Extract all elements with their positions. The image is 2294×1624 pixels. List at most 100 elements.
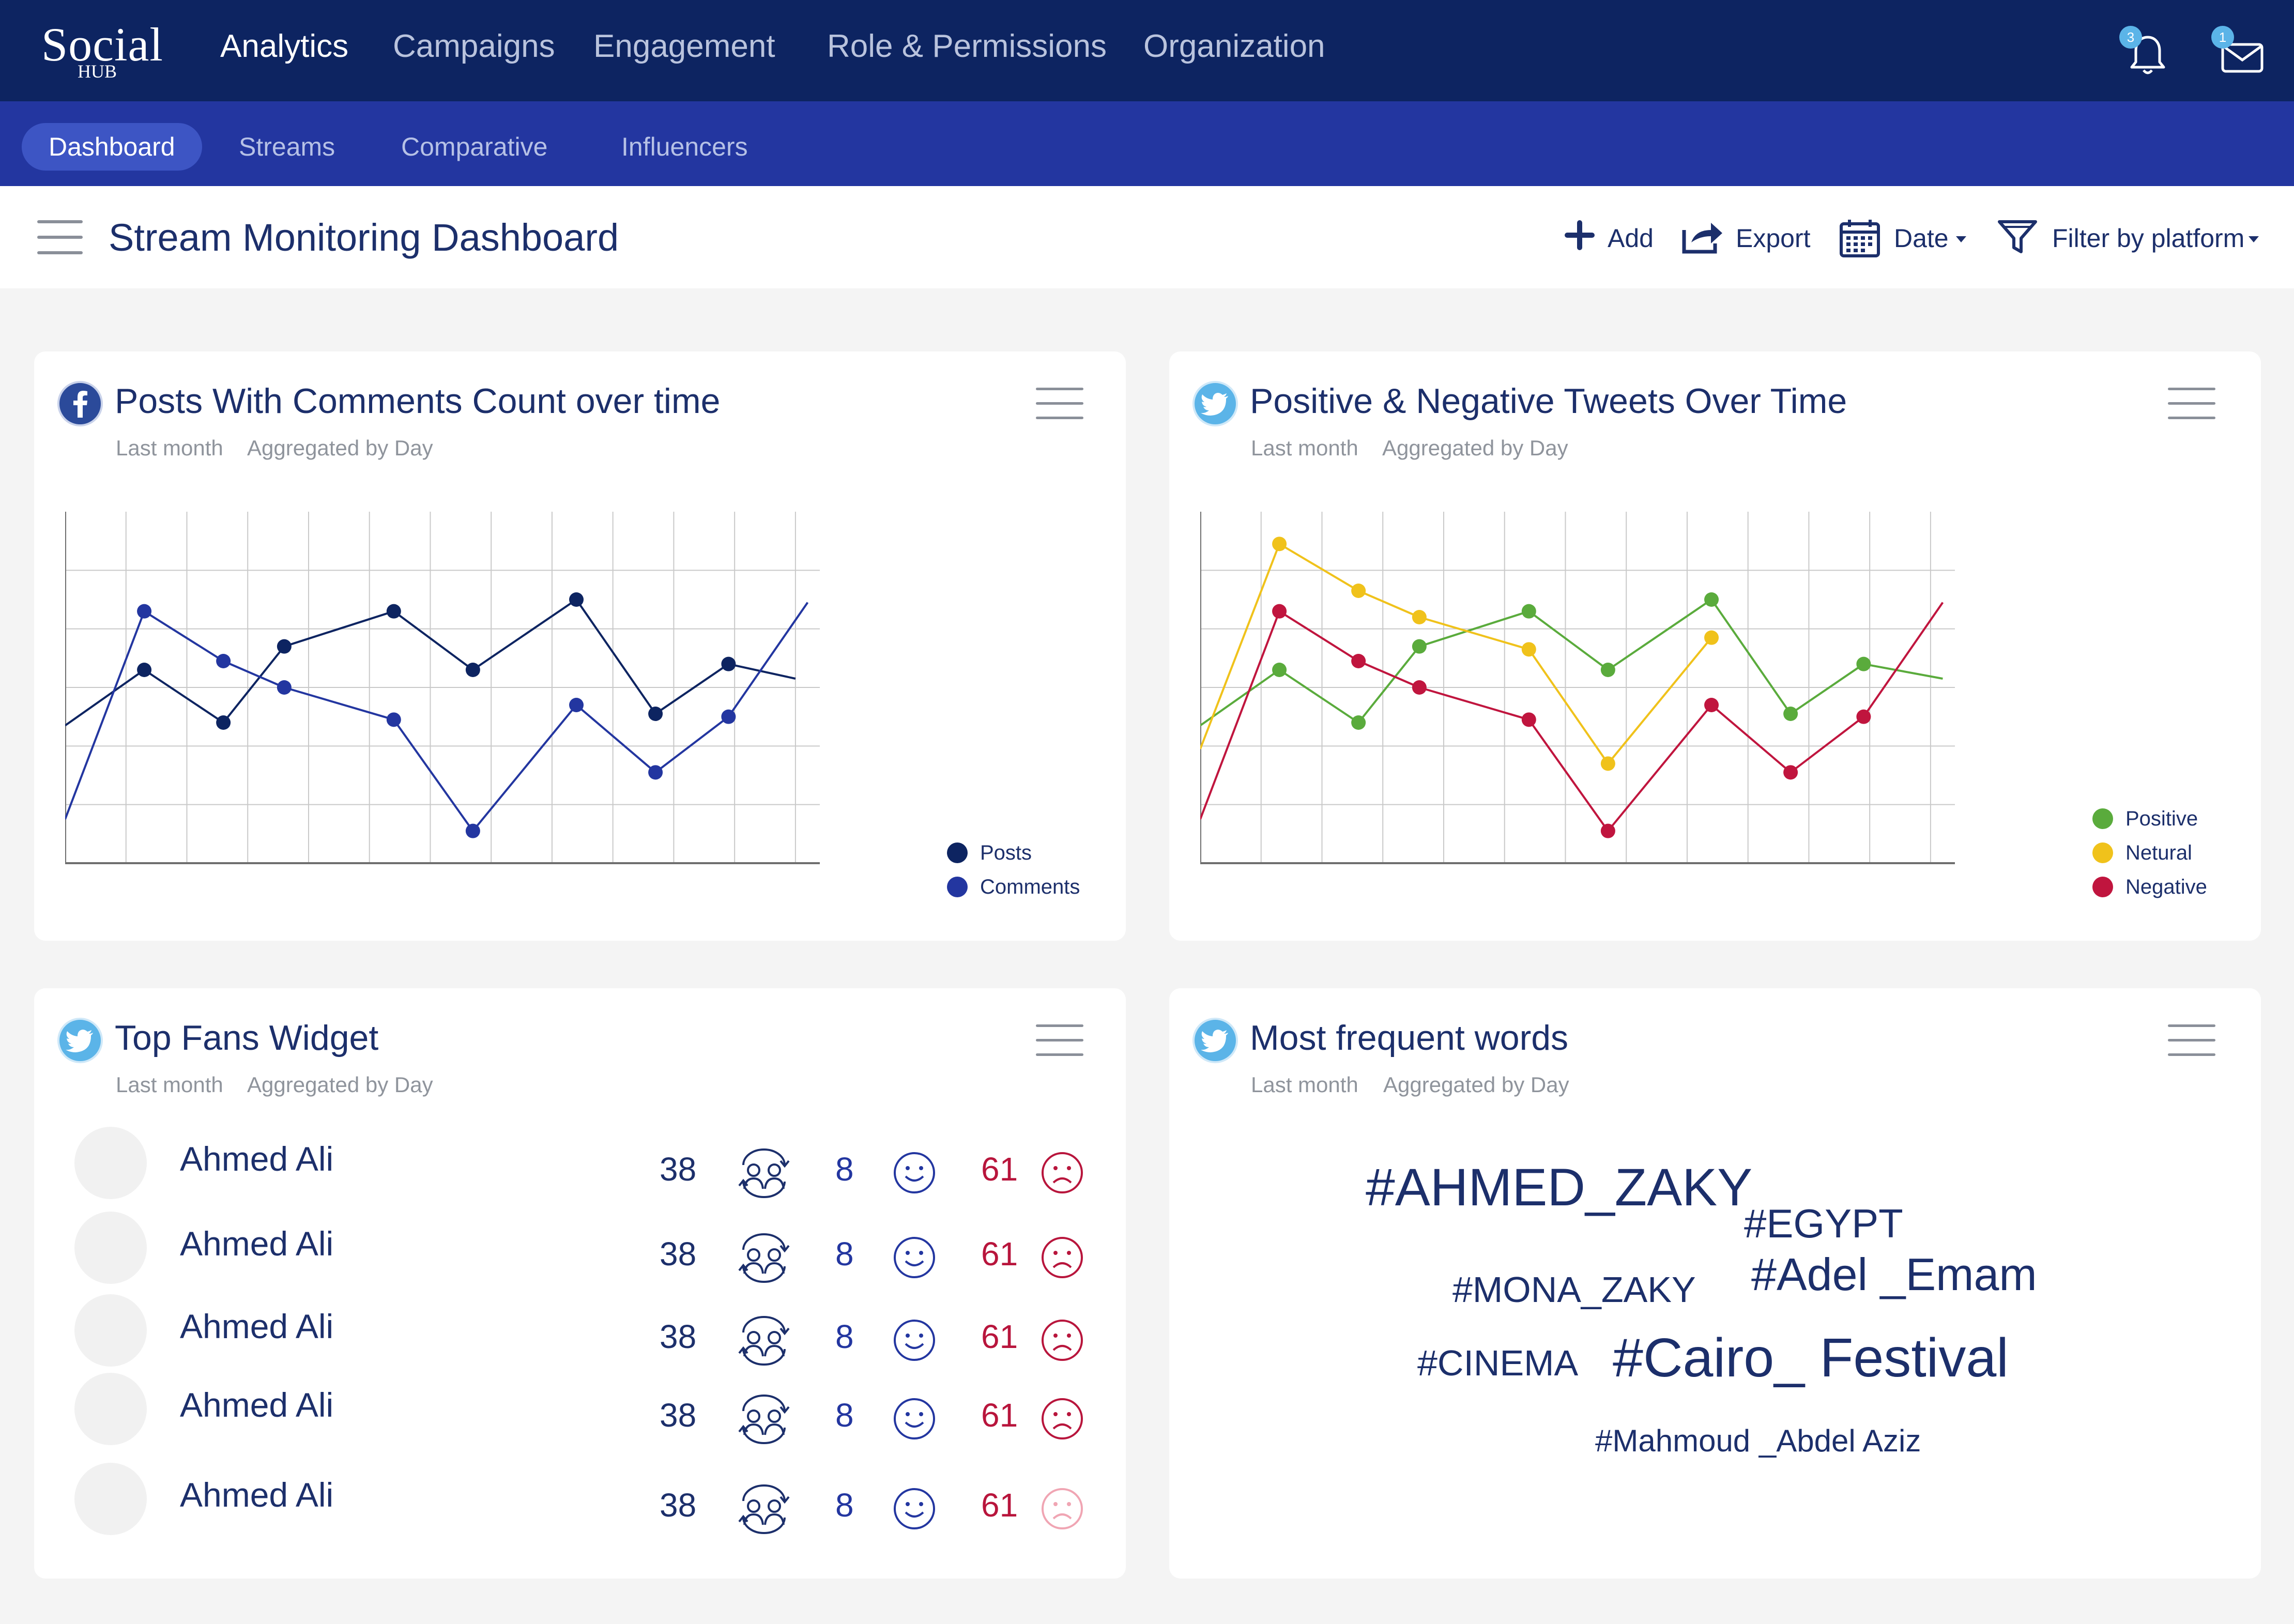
- menu-toggle-button[interactable]: [37, 220, 83, 254]
- legend-label: Comments: [980, 876, 1080, 898]
- word-cloud-item[interactable]: #Adel _Emam: [1751, 1252, 2037, 1297]
- notifications-button[interactable]: 3: [2119, 26, 2176, 83]
- series-line-positive: [1200, 599, 1943, 727]
- tweets-sentiment-card: Positive & Negative Tweets Over Time Las…: [1169, 351, 2261, 941]
- data-point-netural: [1272, 537, 1287, 551]
- data-point-negative: [1783, 765, 1798, 780]
- avatar[interactable]: [74, 1127, 147, 1199]
- card-aggregation: Aggregated by Day: [247, 1073, 433, 1097]
- smile-icon: [892, 1318, 937, 1362]
- data-point-positive: [1783, 707, 1798, 721]
- messages-badge: 1: [2211, 26, 2234, 49]
- data-point-positive: [1704, 592, 1719, 607]
- posts-comments-chart: [65, 512, 820, 864]
- fan-negative-count: 61: [981, 1487, 1018, 1524]
- fan-positive-count: 8: [835, 1235, 854, 1273]
- fan-row[interactable]: Ahmed Ali 38 8 61: [34, 1290, 1125, 1368]
- data-point-posts: [465, 663, 480, 677]
- notifications-badge: 3: [2119, 26, 2142, 49]
- data-point-comments: [386, 712, 401, 727]
- word-cloud-item[interactable]: #Mahmoud _Abdel Aziz: [1595, 1426, 1921, 1457]
- tab-comparative[interactable]: Comparative: [401, 123, 547, 171]
- filter-label: Filter by platform: [2052, 224, 2245, 253]
- date-picker-button[interactable]: Date: [1839, 215, 1974, 261]
- word-cloud-item[interactable]: #Cairo_ Festival: [1613, 1330, 2009, 1385]
- data-point-negative: [1351, 654, 1366, 668]
- data-point-negative: [1704, 698, 1719, 712]
- fan-name[interactable]: Ahmed Ali: [180, 1384, 333, 1426]
- nav-organization[interactable]: Organization: [1143, 26, 1325, 67]
- sad-icon: [1040, 1151, 1084, 1195]
- card-period: Last month: [1251, 436, 1358, 460]
- tab-streams[interactable]: Streams: [239, 123, 335, 171]
- card-menu-button[interactable]: [2168, 388, 2215, 421]
- tab-dashboard[interactable]: Dashboard: [22, 123, 202, 171]
- add-button[interactable]: Add: [1563, 215, 1661, 261]
- data-point-negative: [1856, 709, 1871, 724]
- nav-engagement[interactable]: Engagement: [593, 26, 775, 67]
- data-point-comments: [648, 765, 663, 780]
- page-header: Stream Monitoring Dashboard Add Export D…: [0, 186, 2294, 288]
- data-point-negative: [1272, 604, 1287, 619]
- fan-row[interactable]: Ahmed Ali 38 8 61: [34, 1459, 1125, 1536]
- fan-row[interactable]: Ahmed Ali 38 8 61: [34, 1123, 1125, 1200]
- data-point-netural: [1704, 630, 1719, 645]
- brand-logo[interactable]: Social HUB: [41, 19, 165, 86]
- card-menu-button[interactable]: [1036, 1024, 1083, 1058]
- data-point-positive: [1521, 604, 1536, 619]
- avatar[interactable]: [74, 1373, 147, 1445]
- fan-negative-count: 61: [981, 1235, 1018, 1273]
- fan-negative-count: 61: [981, 1397, 1018, 1434]
- add-label: Add: [1608, 224, 1654, 253]
- data-point-comments: [137, 604, 152, 619]
- caret-down-icon: [2249, 236, 2259, 242]
- nav-campaigns[interactable]: Campaigns: [393, 26, 555, 67]
- avatar[interactable]: [74, 1294, 147, 1367]
- date-label: Date: [1894, 224, 1949, 253]
- filter-platform-dropdown[interactable]: Filter by platform: [1997, 215, 2266, 261]
- fan-followers-count: 38: [660, 1235, 697, 1273]
- export-icon: [1682, 223, 1722, 254]
- avatar[interactable]: [74, 1212, 147, 1284]
- series-line-negative: [1200, 602, 1944, 832]
- fan-negative-count: 61: [981, 1151, 1018, 1188]
- word-cloud-item[interactable]: #EGYPT: [1744, 1203, 1903, 1244]
- twitter-icon: [57, 1018, 103, 1063]
- messages-button[interactable]: 1: [2211, 26, 2268, 83]
- data-point-posts: [386, 604, 401, 619]
- filter-icon: [1998, 220, 2037, 253]
- fan-positive-count: 8: [835, 1318, 854, 1355]
- fan-name[interactable]: Ahmed Ali: [180, 1223, 333, 1264]
- followers-icon: [733, 1232, 795, 1284]
- tweets-sentiment-chart: [1200, 512, 1955, 864]
- data-point-netural: [1351, 584, 1366, 598]
- data-point-comments: [216, 654, 231, 668]
- legend-label: Positive: [2125, 807, 2198, 830]
- page-title: Stream Monitoring Dashboard: [109, 216, 619, 259]
- tab-influencers[interactable]: Influencers: [621, 123, 748, 171]
- word-cloud-item[interactable]: #MONA_ZAKY: [1452, 1271, 1696, 1308]
- fan-row[interactable]: Ahmed Ali 38 8 61: [34, 1369, 1125, 1446]
- card-period: Last month: [1251, 1073, 1358, 1097]
- card-title: Top Fans Widget: [115, 1018, 379, 1058]
- word-cloud-item[interactable]: #CINEMA: [1417, 1345, 1578, 1381]
- card-menu-button[interactable]: [2168, 1024, 2215, 1058]
- nav-analytics[interactable]: Analytics: [220, 26, 348, 67]
- data-point-negative: [1412, 680, 1427, 695]
- fan-name[interactable]: Ahmed Ali: [180, 1474, 333, 1515]
- data-point-negative: [1600, 823, 1615, 838]
- fan-name[interactable]: Ahmed Ali: [180, 1138, 333, 1179]
- fan-name[interactable]: Ahmed Ali: [180, 1306, 333, 1347]
- fan-row[interactable]: Ahmed Ali 38 8 61: [34, 1207, 1125, 1285]
- export-button[interactable]: Export: [1681, 215, 1815, 261]
- card-aggregation: Aggregated by Day: [1382, 436, 1568, 460]
- data-point-comments: [569, 698, 584, 712]
- word-cloud-item[interactable]: #AHMED_ZAKY: [1366, 1161, 1752, 1214]
- avatar[interactable]: [74, 1463, 147, 1535]
- data-point-comments: [465, 823, 480, 838]
- card-menu-button[interactable]: [1036, 388, 1083, 421]
- card-aggregation: Aggregated by Day: [247, 436, 433, 460]
- nav-role-permissions[interactable]: Role & Permissions: [827, 26, 1107, 67]
- fan-positive-count: 8: [835, 1397, 854, 1434]
- legend-label: Posts: [980, 841, 1032, 864]
